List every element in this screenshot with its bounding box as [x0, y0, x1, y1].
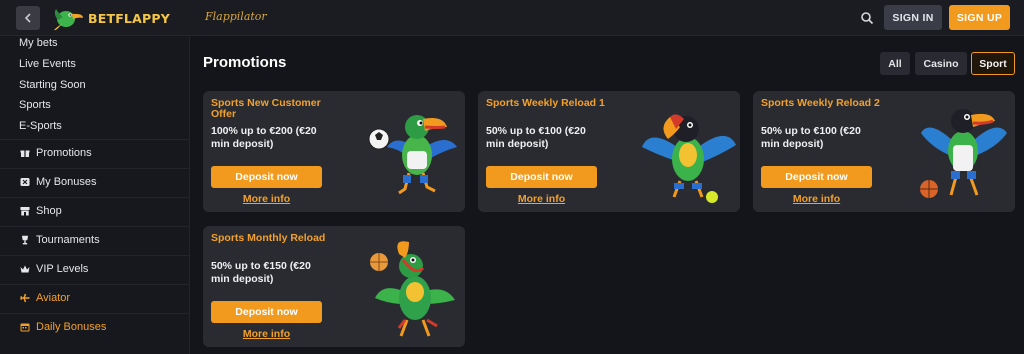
promo-card: Sports Weekly Reload 1 50% up to €100 (€…: [478, 91, 740, 212]
sidebar-divider: [0, 313, 190, 314]
promo-card: Sports Weekly Reload 2 50% up to €100 (€…: [753, 91, 1015, 212]
sidebar-item-my-bonuses[interactable]: My Bonuses: [20, 176, 97, 188]
sidebar-item-daily-bonuses[interactable]: Daily Bonuses: [20, 321, 106, 333]
sidebar-divider: [0, 168, 190, 169]
chevron-left-icon: [24, 13, 31, 23]
filter-all[interactable]: All: [880, 52, 910, 75]
deposit-now-button[interactable]: Deposit now: [211, 166, 322, 188]
more-info-link[interactable]: More info: [211, 328, 322, 340]
sidebar-item-promotions[interactable]: Promotions: [20, 147, 92, 159]
sidebar-item-label: My Bonuses: [36, 176, 97, 188]
toucan-basketball-icon: [920, 109, 1007, 198]
promo-description: 50% up to €150 (€20 min deposit): [211, 260, 311, 285]
shop-icon: [20, 207, 30, 216]
crown-icon: [20, 265, 30, 273]
sidebar-link-sports[interactable]: Sports: [19, 99, 51, 111]
sidebar-item-label: VIP Levels: [36, 263, 89, 275]
search-icon[interactable]: [860, 11, 874, 25]
sidebar-divider: [0, 197, 190, 198]
sidebar-divider: [0, 284, 190, 285]
promo-card: Sports Monthly Reload 50% up to €150 (€2…: [203, 226, 465, 347]
toucan-soccer-icon: [368, 115, 457, 195]
filter-sport[interactable]: Sport: [971, 52, 1015, 75]
sidebar-item-vip-levels[interactable]: VIP Levels: [20, 263, 88, 275]
promo-description: 50% up to €100 (€20 min deposit): [486, 125, 586, 150]
promo-title: Sports New Customer Offer: [211, 97, 321, 120]
sidebar-divider: [0, 226, 190, 227]
promo-description: 50% up to €100 (€20 min deposit): [761, 125, 861, 150]
promo-title: Sports Weekly Reload 1: [486, 97, 605, 109]
sidebar-link-my-bets[interactable]: My bets: [19, 37, 58, 49]
logo-text: BETFLAPPY: [88, 10, 170, 26]
toucan-tennis-icon: [642, 114, 736, 203]
deposit-now-button[interactable]: Deposit now: [486, 166, 597, 188]
bonus-icon: [20, 178, 30, 186]
more-info-link[interactable]: More info: [211, 193, 322, 205]
sign-up-button[interactable]: SIGN UP: [949, 5, 1010, 30]
sign-in-button[interactable]: SIGN IN: [884, 5, 942, 30]
sidebar-divider: [0, 139, 190, 140]
sidebar-item-aviator[interactable]: Aviator: [20, 292, 70, 304]
deposit-now-button[interactable]: Deposit now: [761, 166, 872, 188]
sidebar-item-label: Aviator: [36, 292, 71, 304]
promo-card: Sports New Customer Offer 100% up to €20…: [203, 91, 465, 212]
trophy-icon: [22, 235, 28, 245]
toucan-volleyball-icon: [370, 241, 455, 337]
promo-title: Sports Monthly Reload: [211, 232, 326, 244]
sidebar-item-label: Shop: [36, 205, 62, 217]
page-title: Promotions: [203, 54, 287, 71]
filter-casino[interactable]: Casino: [915, 52, 967, 75]
more-info-link[interactable]: More info: [486, 193, 597, 205]
sidebar-item-label: Tournaments: [36, 234, 100, 246]
sidebar-item-label: Promotions: [36, 147, 92, 159]
plane-icon: [20, 293, 30, 303]
calendar-icon: [20, 323, 30, 332]
collapse-sidebar-button[interactable]: [16, 6, 40, 30]
sidebar-item-label: Daily Bonuses: [36, 321, 107, 333]
promo-description: 100% up to €200 (€20 min deposit): [211, 125, 317, 150]
deposit-now-button[interactable]: Deposit now: [211, 301, 322, 323]
betflappy-logo[interactable]: BETFLAPPY: [52, 4, 170, 32]
more-info-link[interactable]: More info: [761, 193, 872, 205]
sidebar: My bets Live Events Starting Soon Sports…: [0, 36, 190, 354]
sidebar-link-live-events[interactable]: Live Events: [19, 58, 76, 70]
gift-icon: [20, 150, 30, 157]
sidebar-link-starting-soon[interactable]: Starting Soon: [19, 79, 86, 91]
sidebar-item-shop[interactable]: Shop: [20, 205, 62, 217]
top-bar: BETFLAPPY Flappilator SIGN IN SIGN UP: [0, 0, 1024, 36]
promo-title: Sports Weekly Reload 2: [761, 97, 880, 109]
flappilator-logo[interactable]: Flappilator: [205, 10, 267, 23]
sidebar-divider: [0, 255, 190, 256]
sidebar-item-tournaments[interactable]: Tournaments: [20, 234, 100, 246]
sidebar-link-esports[interactable]: E-Sports: [19, 120, 62, 132]
parrot-logo-icon: [54, 9, 83, 31]
